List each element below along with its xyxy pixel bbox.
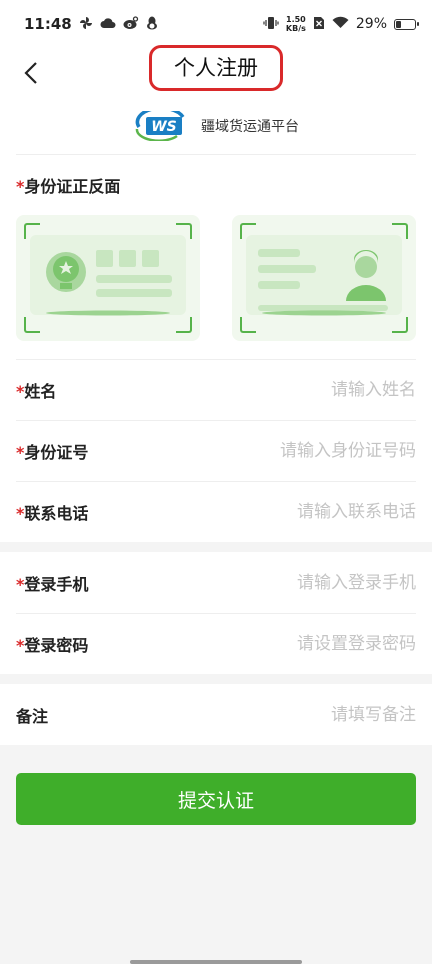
brand-row-wrapper: WS 疆域货运通平台 (0, 98, 432, 155)
chevron-left-icon (24, 62, 37, 84)
id-number-row: *身份证号 (0, 420, 432, 481)
phone-label-text: 联系电话 (24, 503, 89, 523)
battery-icon (394, 18, 419, 30)
no-sim-icon (313, 16, 325, 33)
password-label-text: 登录密码 (24, 635, 89, 655)
submit-area: 提交认证 (0, 745, 432, 825)
vibrate-icon (263, 16, 279, 33)
remark-input[interactable] (186, 704, 416, 725)
brand-name: 疆域货运通平台 (201, 119, 299, 135)
back-button[interactable] (16, 58, 46, 88)
status-bar: 11:48 1.50 KB/s 29% (0, 0, 432, 48)
name-row: *姓名 (0, 359, 432, 420)
row-divider (16, 420, 416, 421)
submit-button[interactable]: 提交认证 (16, 773, 416, 825)
id-card-emblem-illustration (30, 235, 186, 316)
registration-page: 11:48 1.50 KB/s 29% 个人注册 WS 疆域货运通平台 *身份证… (0, 0, 432, 964)
name-label: *姓名 (16, 378, 56, 402)
phone-label: *联系电话 (16, 500, 88, 524)
id-card-portrait-upload[interactable] (232, 215, 416, 341)
phone-input[interactable] (186, 501, 416, 522)
network-speed-unit: KB/s (285, 24, 306, 33)
login-phone-label: *登录手机 (16, 571, 88, 595)
brand-row: WS 疆域货运通平台 (16, 98, 416, 155)
id-card-emblem-upload[interactable] (16, 215, 200, 341)
id-card-label: *身份证正反面 (16, 173, 416, 197)
name-input[interactable] (186, 379, 416, 400)
status-left: 11:48 (24, 15, 158, 33)
phone-row: *联系电话 (0, 481, 432, 542)
row-divider (16, 613, 416, 614)
pinwheel-icon (79, 16, 93, 33)
id-card-uploads (16, 215, 416, 341)
password-row: *登录密码 (0, 613, 432, 674)
penguin-icon (146, 16, 158, 33)
cloud-icon (100, 17, 116, 32)
wifi-icon (332, 16, 349, 32)
battery-percent: 29% (355, 16, 387, 32)
title-highlight-annotation: 个人注册 (149, 45, 283, 91)
login-phone-input[interactable] (186, 572, 416, 593)
login-phone-row: *登录手机 (0, 552, 432, 613)
id-number-input[interactable] (186, 440, 416, 461)
login-phone-label-text: 登录手机 (24, 574, 89, 594)
password-input[interactable] (186, 633, 416, 654)
section-gap (0, 674, 432, 684)
page-title: 个人注册 (174, 56, 258, 80)
nav-header: 个人注册 (0, 45, 432, 98)
id-card-section: *身份证正反面 (0, 155, 432, 359)
id-number-label-text: 身份证号 (24, 442, 89, 462)
status-time: 11:48 (24, 15, 72, 33)
password-label: *登录密码 (16, 632, 88, 656)
status-right: 1.50 KB/s 29% (263, 15, 419, 33)
id-card-label-text: 身份证正反面 (24, 177, 121, 196)
brand-logo-icon: WS (135, 111, 185, 141)
network-speed-value: 1.50 (286, 15, 306, 24)
home-indicator[interactable] (130, 960, 302, 964)
section-gap (0, 542, 432, 552)
name-label-text: 姓名 (24, 381, 57, 401)
row-divider (16, 481, 416, 482)
id-number-label: *身份证号 (16, 439, 88, 463)
weibo-icon (123, 15, 139, 33)
brand-logo-letters: WS (151, 119, 177, 135)
row-divider (16, 359, 416, 360)
remark-row: 备注 (0, 684, 432, 745)
remark-label: 备注 (16, 706, 49, 726)
id-card-portrait-illustration (246, 235, 402, 316)
network-speed: 1.50 KB/s (286, 15, 306, 33)
battery-level (396, 20, 401, 28)
